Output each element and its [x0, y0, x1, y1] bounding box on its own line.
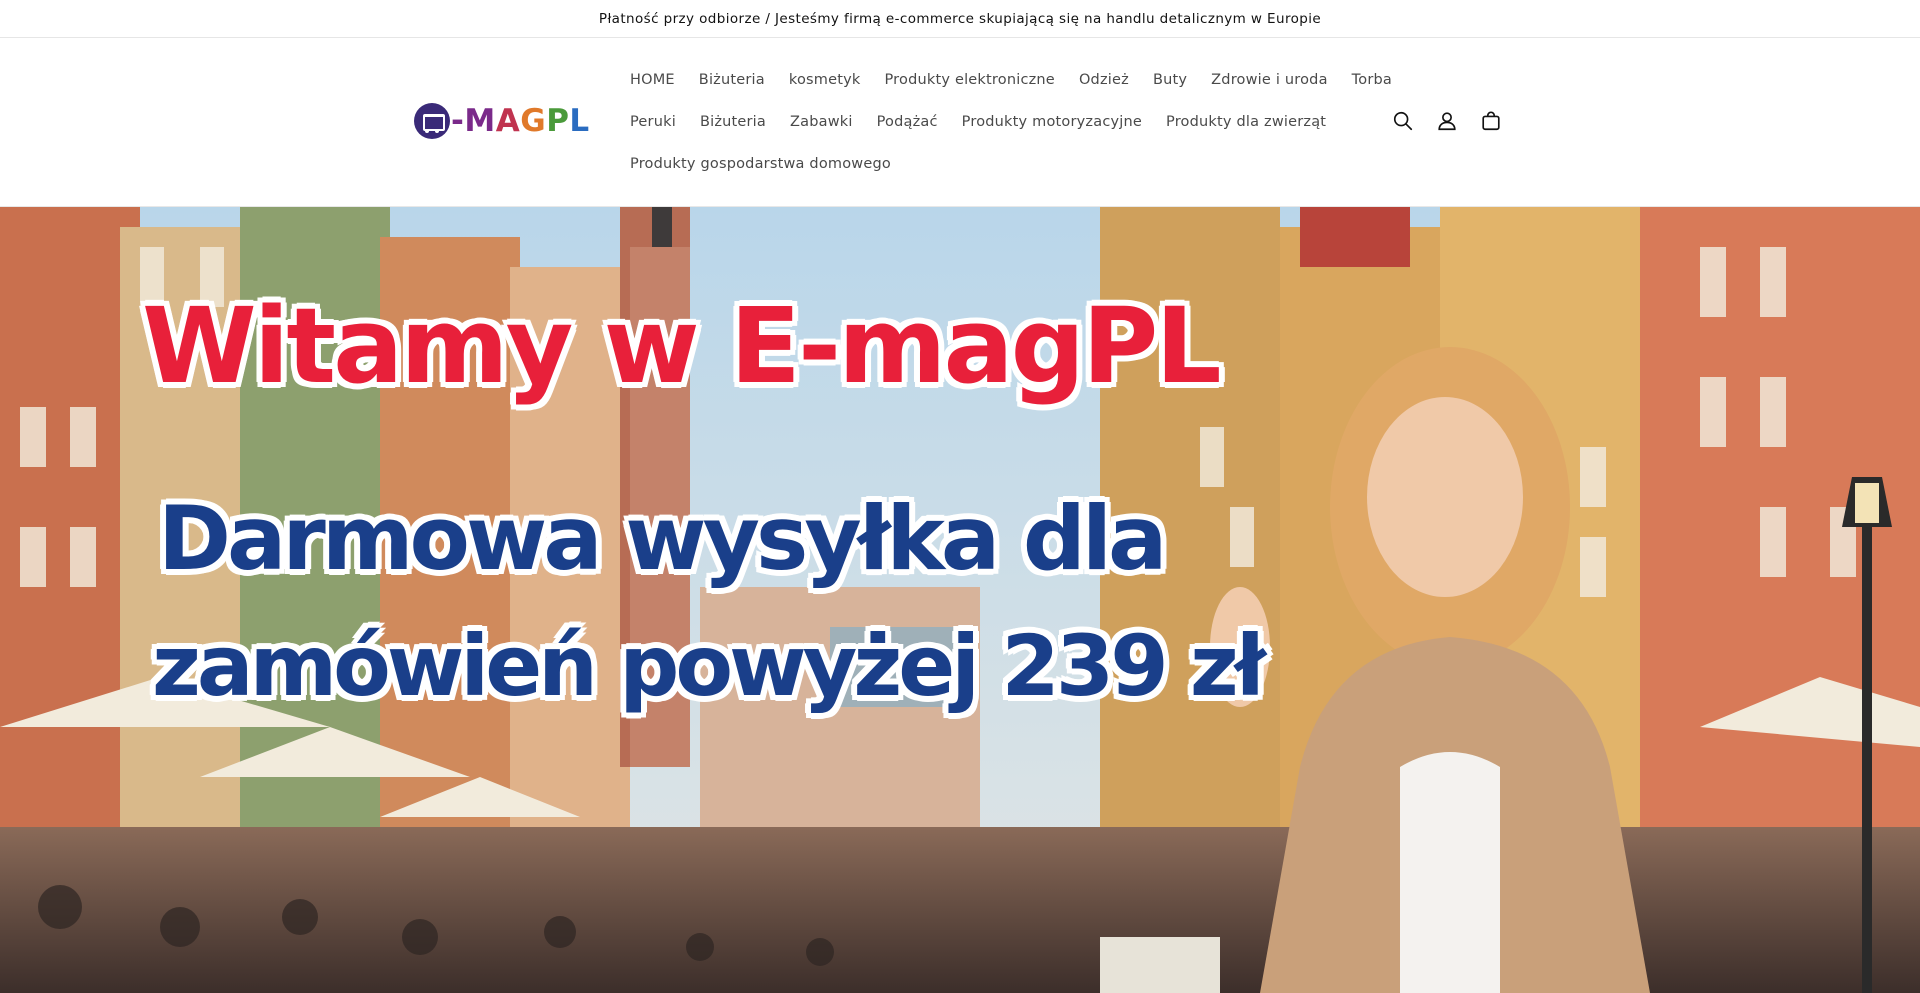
nav-row-2: Peruki Biżuteria Zabawki Podążać Produkt… [620, 102, 1338, 142]
cart-icon[interactable] [1476, 106, 1506, 136]
search-icon[interactable] [1388, 106, 1418, 136]
hero-banner[interactable]: Witamy w E-magPL Darmowa wysyłka dla zam… [0, 207, 1920, 993]
nav-row-1: HOME Biżuteria kosmetyk Produkty elektro… [620, 60, 1404, 100]
nav-item-health-beauty[interactable]: Zdrowie i uroda [1199, 72, 1340, 88]
nav-item-home[interactable]: HOME [620, 72, 687, 88]
nav-item-jewelry[interactable]: Biżuteria [687, 72, 777, 88]
nav-item-follow[interactable]: Podążać [865, 114, 950, 130]
nav-item-shoes[interactable]: Buty [1141, 72, 1199, 88]
hero-subtitle-line-1: Darmowa wysyłka dla [158, 487, 1167, 590]
logo-wordmark: -MAGPL [451, 103, 590, 139]
hero-title: Witamy w E-magPL [142, 285, 1222, 407]
nav-item-clothing[interactable]: Odzież [1067, 72, 1141, 88]
announcement-bar: Płatność przy odbiorze / Jesteśmy firmą … [0, 0, 1920, 38]
nav-item-cosmetics[interactable]: kosmetyk [777, 72, 873, 88]
nav-item-household[interactable]: Produkty gospodarstwa domowego [620, 156, 903, 172]
nav-row-3: Produkty gospodarstwa domowego [620, 144, 903, 184]
announcement-text: Płatność przy odbiorze / Jesteśmy firmą … [598, 10, 1322, 27]
nav-item-jewelry-2[interactable]: Biżuteria [688, 114, 778, 130]
site-header: -MAGPL HOME Biżuteria kosmetyk Produkty … [0, 38, 1920, 207]
hero-subtitle-line-2: zamówień powyżej 239 zł [152, 617, 1266, 715]
account-icon[interactable] [1432, 106, 1462, 136]
nav-item-automotive[interactable]: Produkty motoryzacyjne [950, 114, 1154, 130]
header-icons [1388, 106, 1520, 136]
nav-item-bags[interactable]: Torba [1340, 72, 1404, 88]
nav-item-pets[interactable]: Produkty dla zwierząt [1154, 114, 1338, 130]
nav-item-wigs[interactable]: Peruki [620, 114, 688, 130]
site-logo[interactable]: -MAGPL [414, 98, 589, 144]
nav-item-electronics[interactable]: Produkty elektroniczne [872, 72, 1066, 88]
nav-item-toys[interactable]: Zabawki [778, 114, 865, 130]
cart-logo-icon [414, 103, 450, 139]
